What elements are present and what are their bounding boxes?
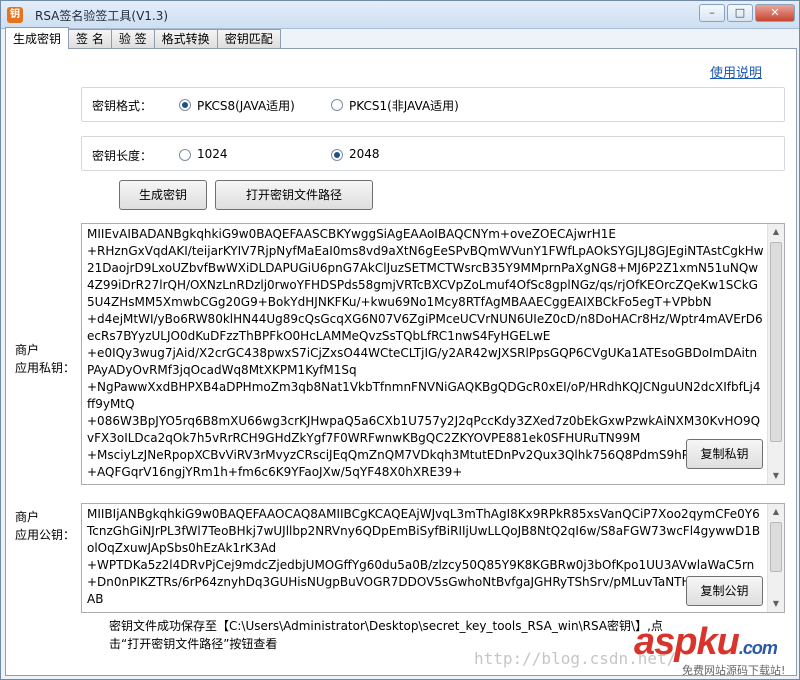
scroll-thumb[interactable] — [770, 522, 782, 572]
copy-public-key-button[interactable]: 复制公钥 — [686, 576, 763, 606]
length-1024-radio-label[interactable]: 1024 — [197, 147, 228, 161]
tab-verify[interactable]: 验 签 — [110, 29, 155, 49]
pkcs8-radio-label[interactable]: PKCS8(JAVA适用) — [197, 97, 295, 114]
tab-format-convert[interactable]: 格式转换 — [153, 29, 218, 49]
watermark-subtitle: 免费网站源码下载站! — [682, 664, 786, 677]
key-length-group: 密钥长度： 1024 2048 — [81, 136, 785, 171]
watermark-logo-text: aspku — [634, 621, 740, 663]
private-key-text: MIIEvAIBADANBgkqhkiG9w0BAQEFAASCBKYwggSi… — [87, 227, 764, 479]
public-key-text: MIIBIjANBgkqhkiG9w0BAQEFAAOCAQ8AMIIBCgKC… — [87, 507, 761, 606]
scroll-up-icon[interactable]: ▲ — [768, 224, 784, 240]
tab-sign[interactable]: 签 名 — [68, 29, 112, 49]
scroll-thumb[interactable] — [770, 242, 782, 442]
scroll-up-icon[interactable]: ▲ — [768, 504, 784, 520]
private-key-scrollbar[interactable]: ▲ ▼ — [767, 224, 784, 484]
private-key-label-line1: 商户 — [15, 343, 40, 357]
status-line-1: 密钥文件成功保存至【C:\Users\Administrator\Desktop… — [109, 619, 663, 633]
private-key-label-line2: 应用私钥： — [15, 361, 76, 375]
app-key-icon: 钥 — [7, 7, 23, 23]
app-window: 钥 RSA签名验签工具(V1.3) – □ ✕ 生成密钥 签 名 验 签 格式转… — [0, 0, 800, 680]
length-2048-radio[interactable] — [331, 149, 343, 161]
scroll-down-icon[interactable]: ▼ — [768, 468, 784, 484]
status-message: 密钥文件成功保存至【C:\Users\Administrator\Desktop… — [109, 617, 663, 653]
window-controls: – □ ✕ — [699, 4, 795, 24]
private-key-label: 商户 应用私钥： — [15, 341, 75, 377]
pkcs8-radio[interactable] — [179, 99, 191, 111]
key-length-label: 密钥长度： — [92, 149, 153, 163]
open-key-path-button[interactable]: 打开密钥文件路径 — [215, 180, 373, 210]
key-format-group: 密钥格式： PKCS8(JAVA适用) PKCS1(非JAVA适用) — [81, 87, 785, 122]
watermark-logo-suffix: .com — [738, 638, 778, 658]
tab-generate-key[interactable]: 生成密钥 — [5, 27, 70, 49]
tab-strip: 生成密钥 签 名 验 签 格式转换 密钥匹配 — [5, 27, 281, 49]
pkcs1-radio-label[interactable]: PKCS1(非JAVA适用) — [349, 97, 459, 114]
help-link[interactable]: 使用说明 — [710, 62, 762, 81]
generate-key-panel: 使用说明 密钥格式： PKCS8(JAVA适用) PKCS1(非JAVA适用) … — [5, 48, 797, 677]
private-key-textarea[interactable]: MIIEvAIBADANBgkqhkiG9w0BAQEFAASCBKYwggSi… — [81, 223, 785, 485]
scroll-down-icon[interactable]: ▼ — [768, 596, 784, 612]
maximize-icon[interactable]: □ — [727, 4, 753, 22]
length-1024-radio[interactable] — [179, 149, 191, 161]
public-key-label-line2: 应用公钥： — [15, 528, 76, 542]
public-key-scrollbar[interactable]: ▲ ▼ — [767, 504, 784, 612]
public-key-label-line1: 商户 — [15, 510, 40, 524]
copy-private-key-button[interactable]: 复制私钥 — [686, 439, 763, 469]
close-icon[interactable]: ✕ — [755, 4, 795, 22]
minimize-icon[interactable]: – — [699, 4, 725, 22]
title-bar[interactable]: 钥 RSA签名验签工具(V1.3) – □ ✕ — [1, 1, 799, 29]
generate-key-button[interactable]: 生成密钥 — [119, 180, 207, 210]
key-format-label: 密钥格式： — [92, 99, 153, 113]
length-2048-radio-label[interactable]: 2048 — [349, 147, 380, 161]
public-key-textarea[interactable]: MIIBIjANBgkqhkiG9w0BAQEFAAOCAQ8AMIIBCgKC… — [81, 503, 785, 613]
pkcs1-radio[interactable] — [331, 99, 343, 111]
public-key-label: 商户 应用公钥： — [15, 508, 75, 544]
window-title: RSA签名验签工具(V1.3) — [35, 9, 169, 23]
tab-key-match[interactable]: 密钥匹配 — [216, 29, 281, 49]
watermark-logo: aspku.com — [634, 621, 778, 664]
